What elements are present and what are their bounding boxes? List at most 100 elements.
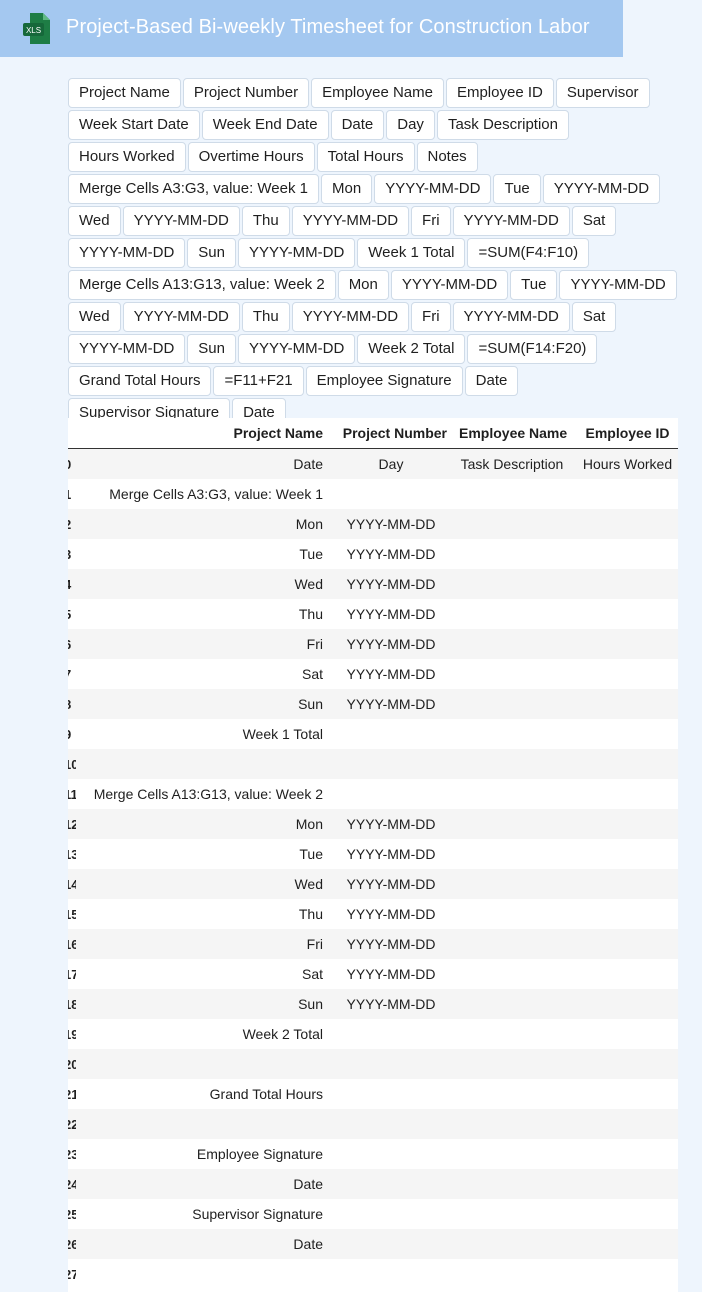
field-chip[interactable]: =SUM(F14:F20) — [467, 334, 598, 364]
employee-id-cell[interactable] — [571, 1229, 678, 1259]
employee-id-cell[interactable] — [571, 719, 678, 749]
project-number-cell[interactable] — [329, 1199, 453, 1229]
field-chip[interactable]: Date — [330, 110, 385, 140]
employee-id-cell[interactable] — [571, 989, 678, 1019]
employee-name-cell[interactable] — [453, 1169, 571, 1199]
field-chip[interactable]: YYYY-MM-DD — [238, 238, 356, 268]
field-chip[interactable]: =SUM(F4:F10) — [467, 238, 590, 268]
employee-id-cell[interactable] — [571, 749, 678, 779]
project-number-cell[interactable]: YYYY-MM-DD — [329, 899, 453, 929]
employee-id-cell[interactable] — [571, 809, 678, 839]
field-chip[interactable]: Thu — [241, 206, 290, 236]
field-chip[interactable]: =F11+F21 — [213, 366, 304, 396]
project-name-cell[interactable]: Merge Cells A3:G3, value: Week 1 — [76, 479, 329, 509]
employee-id-cell[interactable] — [571, 629, 678, 659]
project-number-cell[interactable]: YYYY-MM-DD — [329, 989, 453, 1019]
employee-name-cell[interactable] — [453, 1019, 571, 1049]
project-number-cell[interactable] — [329, 1109, 453, 1139]
project-name-cell[interactable]: Tue — [76, 839, 329, 869]
project-name-cell[interactable]: Wed — [76, 569, 329, 599]
field-chip[interactable]: Wed — [68, 302, 121, 332]
field-chip[interactable]: Fri — [411, 302, 451, 332]
employee-id-cell[interactable] — [571, 839, 678, 869]
project-name-cell[interactable]: Mon — [76, 509, 329, 539]
employee-name-cell[interactable] — [453, 539, 571, 569]
project-name-cell[interactable]: Date — [76, 448, 329, 479]
field-chip[interactable]: Task Description — [436, 110, 569, 140]
field-chip[interactable]: YYYY-MM-DD — [238, 334, 356, 364]
project-name-cell[interactable]: Grand Total Hours — [76, 1079, 329, 1109]
field-chip[interactable]: Week End Date — [201, 110, 329, 140]
field-chip[interactable]: YYYY-MM-DD — [559, 270, 677, 300]
project-number-cell[interactable] — [329, 719, 453, 749]
employee-id-cell[interactable] — [571, 689, 678, 719]
employee-id-cell[interactable] — [571, 1259, 678, 1289]
project-name-cell[interactable]: Date — [76, 1169, 329, 1199]
field-chip[interactable]: YYYY-MM-DD — [68, 238, 186, 268]
project-number-cell[interactable]: YYYY-MM-DD — [329, 929, 453, 959]
field-chip[interactable]: Employee Signature — [305, 366, 463, 396]
field-chip[interactable]: YYYY-MM-DD — [542, 174, 661, 204]
field-chip[interactable]: YYYY-MM-DD — [122, 206, 240, 236]
employee-name-cell[interactable]: Task Description — [453, 448, 571, 479]
employee-id-cell[interactable] — [571, 869, 678, 899]
employee-name-cell[interactable] — [453, 989, 571, 1019]
project-number-cell[interactable] — [329, 1229, 453, 1259]
field-chip[interactable]: YYYY-MM-DD — [291, 206, 410, 236]
project-name-cell[interactable]: Fri — [76, 629, 329, 659]
field-chip[interactable]: Sat — [571, 206, 617, 236]
field-chip[interactable]: Project Number — [182, 78, 310, 108]
field-chip[interactable]: Thu — [241, 302, 290, 332]
employee-name-cell[interactable] — [453, 869, 571, 899]
field-chip[interactable]: YYYY-MM-DD — [452, 302, 570, 332]
employee-name-cell[interactable] — [453, 1049, 571, 1079]
field-chip[interactable]: Sat — [571, 302, 617, 332]
project-number-cell[interactable] — [329, 1259, 453, 1289]
field-chip[interactable]: Mon — [337, 270, 389, 300]
employee-name-cell[interactable] — [453, 1229, 571, 1259]
field-chip[interactable]: Hours Worked — [68, 142, 186, 172]
employee-id-cell[interactable] — [571, 1049, 678, 1079]
field-chip[interactable]: YYYY-MM-DD — [390, 270, 509, 300]
employee-id-cell[interactable] — [571, 659, 678, 689]
project-name-cell[interactable]: Wed — [76, 869, 329, 899]
employee-name-cell[interactable] — [453, 899, 571, 929]
employee-name-cell[interactable] — [453, 1199, 571, 1229]
employee-name-cell[interactable] — [453, 509, 571, 539]
project-name-cell[interactable]: Week 2 Total — [76, 1019, 329, 1049]
employee-id-cell[interactable] — [571, 569, 678, 599]
employee-id-cell[interactable] — [571, 1199, 678, 1229]
project-name-cell[interactable]: Sat — [76, 659, 329, 689]
project-name-cell[interactable] — [76, 749, 329, 779]
project-name-cell[interactable]: Sat — [76, 959, 329, 989]
field-chip[interactable]: YYYY-MM-DD — [452, 206, 570, 236]
employee-id-cell[interactable] — [571, 599, 678, 629]
project-number-cell[interactable]: YYYY-MM-DD — [329, 599, 453, 629]
column-header-employee-name[interactable]: Employee Name — [453, 418, 571, 449]
field-chip[interactable]: Tue — [510, 270, 558, 300]
timesheet-table-container[interactable]: Project Name Project Number Employee Nam… — [68, 418, 678, 1292]
project-number-cell[interactable]: YYYY-MM-DD — [329, 539, 453, 569]
project-number-cell[interactable]: YYYY-MM-DD — [329, 659, 453, 689]
project-name-cell[interactable]: Supervisor Signature — [76, 1199, 329, 1229]
field-chip[interactable]: Fri — [411, 206, 451, 236]
field-chip[interactable]: Sun — [187, 238, 236, 268]
employee-name-cell[interactable] — [453, 599, 571, 629]
project-name-cell[interactable]: Mon — [76, 809, 329, 839]
employee-name-cell[interactable] — [453, 1139, 571, 1169]
employee-id-cell[interactable] — [571, 509, 678, 539]
project-number-cell[interactable] — [329, 1049, 453, 1079]
project-name-cell[interactable]: Week 1 Total — [76, 719, 329, 749]
project-number-cell[interactable]: YYYY-MM-DD — [329, 959, 453, 989]
field-chip[interactable]: Notes — [416, 142, 478, 172]
field-chip[interactable]: Day — [386, 110, 435, 140]
project-name-cell[interactable]: Thu — [76, 899, 329, 929]
field-chip[interactable]: Merge Cells A3:G3, value: Week 1 — [68, 174, 319, 204]
column-header-employee-id[interactable]: Employee ID — [571, 418, 678, 449]
project-name-cell[interactable]: Merge Cells A13:G13, value: Week 2 — [76, 779, 329, 809]
employee-id-cell[interactable]: Hours Worked — [571, 448, 678, 479]
project-number-cell[interactable] — [329, 779, 453, 809]
field-chip[interactable]: Wed — [68, 206, 121, 236]
field-chip[interactable]: Employee Name — [311, 78, 444, 108]
employee-name-cell[interactable] — [453, 479, 571, 509]
